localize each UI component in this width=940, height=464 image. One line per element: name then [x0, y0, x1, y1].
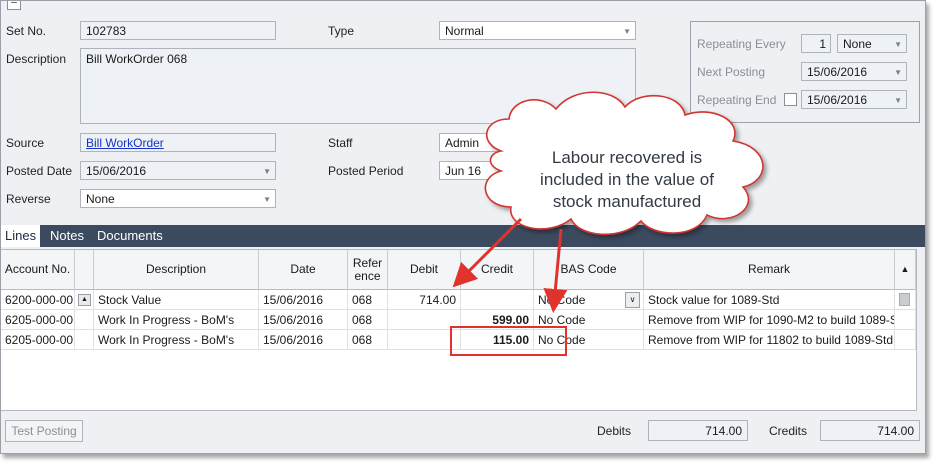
- callout-line: included in the value of: [540, 170, 714, 189]
- callout-text: Labour recovered is included in the valu…: [509, 147, 745, 213]
- callout-line: Labour recovered is: [551, 148, 703, 167]
- arrow-to-bas: [543, 228, 568, 313]
- annotation-overlay: [452, 91, 764, 313]
- arrow-to-debit: [452, 217, 523, 288]
- journal-window: – Set No. 102783 Description Bill WorkOr…: [0, 0, 926, 454]
- callout-line: stock manufactured: [552, 192, 702, 211]
